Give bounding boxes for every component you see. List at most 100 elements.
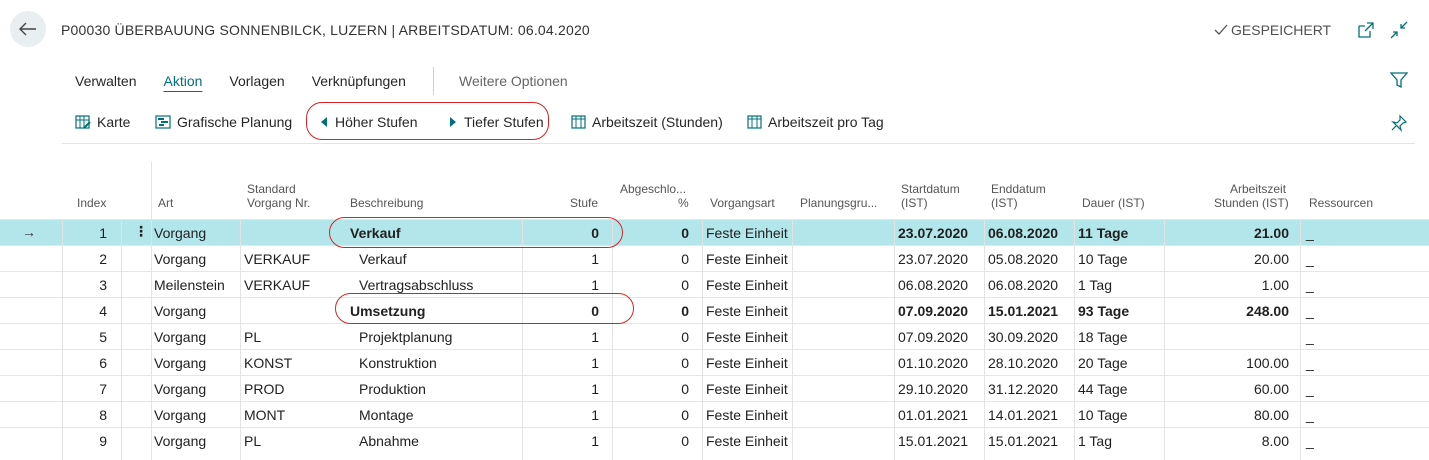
row-actions-icon[interactable]: ⋮ <box>134 223 148 240</box>
cell-index[interactable]: 8 <box>62 407 107 423</box>
cell-end[interactable]: 15.01.2021 <box>988 303 1058 319</box>
table-row[interactable]: 3 Meilenstein VERKAUF Vertragsabschluss 1 0 Fe… <box>0 271 1429 297</box>
cell-pct[interactable]: 0 <box>612 225 689 241</box>
cell-stufe[interactable]: 1 <box>522 277 599 293</box>
cell-pct[interactable]: 0 <box>612 303 689 319</box>
col-enddatum-2[interactable]: (IST) <box>991 196 1018 210</box>
cell-start[interactable]: 23.07.2020 <box>898 251 968 267</box>
cell-vorgangsart[interactable]: Feste Einheit <box>706 303 788 319</box>
cell-art[interactable]: Vorgang <box>154 407 206 423</box>
cell-end[interactable]: 06.08.2020 <box>988 225 1058 241</box>
cell-stunden[interactable]: 21.00 <box>1164 225 1289 241</box>
cell-vorgangsart[interactable]: Feste Einheit <box>706 251 788 267</box>
cell-ressourcen[interactable]: _ <box>1306 277 1314 293</box>
cell-stunden[interactable]: 80.00 <box>1164 407 1289 423</box>
pin-icon[interactable] <box>1390 114 1408 132</box>
cell-index[interactable]: 4 <box>62 303 107 319</box>
cell-vorgangsart[interactable]: Feste Einheit <box>706 407 788 423</box>
cell-art[interactable]: Vorgang <box>154 225 206 241</box>
cell-beschreibung[interactable]: Umsetzung <box>350 303 425 319</box>
cell-stufe[interactable]: 1 <box>522 407 599 423</box>
col-abgeschlossen-2[interactable]: % <box>678 196 689 210</box>
cell-beschreibung[interactable]: Vertragsabschluss <box>359 277 473 293</box>
cell-dauer[interactable]: 11 Tage <box>1078 225 1128 241</box>
col-arbeitszeit-2[interactable]: Stunden (IST) <box>1214 196 1289 210</box>
cell-beschreibung[interactable]: Verkauf <box>359 251 406 267</box>
cell-nr[interactable]: VERKAUF <box>244 251 310 267</box>
cell-stufe[interactable]: 1 <box>522 329 599 345</box>
cell-stunden[interactable]: 8.00 <box>1164 433 1289 449</box>
arbeitszeit-stunden-button[interactable]: Arbeitszeit (Stunden) <box>571 114 723 130</box>
cell-dauer[interactable]: 10 Tage <box>1078 407 1128 423</box>
cell-start[interactable]: 07.09.2020 <box>898 303 968 319</box>
cell-end[interactable]: 05.08.2020 <box>988 251 1058 267</box>
cell-stufe[interactable]: 1 <box>522 251 599 267</box>
cell-start[interactable]: 07.09.2020 <box>898 329 968 345</box>
cell-dauer[interactable]: 93 Tage <box>1078 303 1129 319</box>
cell-start[interactable]: 15.01.2021 <box>898 433 968 449</box>
table-row[interactable]: 8 Vorgang MONT Montage 1 0 Feste Einheit 01.01.… <box>0 401 1429 427</box>
karte-button[interactable]: Karte <box>75 114 130 130</box>
cell-vorgangsart[interactable]: Feste Einheit <box>706 225 788 241</box>
cell-end[interactable]: 06.08.2020 <box>988 277 1058 293</box>
cell-end[interactable]: 15.01.2021 <box>988 433 1058 449</box>
cell-pct[interactable]: 0 <box>612 355 689 371</box>
cell-pct[interactable]: 0 <box>612 433 689 449</box>
col-arbeitszeit-1[interactable]: Arbeitszeit <box>1230 182 1286 196</box>
col-standard-2[interactable]: Vorgang Nr. <box>247 196 310 210</box>
menu-verknuepfungen[interactable]: Verknüpfungen <box>312 73 406 89</box>
col-beschreibung[interactable]: Beschreibung <box>350 196 423 210</box>
cell-vorgangsart[interactable]: Feste Einheit <box>706 381 788 397</box>
table-row[interactable]: 9 Vorgang PL Abnahme 1 0 Feste Einheit 15.01.20… <box>0 427 1429 453</box>
cell-index[interactable]: 5 <box>62 329 107 345</box>
cell-stufe[interactable]: 0 <box>522 225 599 241</box>
cell-index[interactable]: 2 <box>62 251 107 267</box>
cell-art[interactable]: Vorgang <box>154 303 206 319</box>
cell-art[interactable]: Vorgang <box>154 251 206 267</box>
col-index[interactable]: Index <box>77 196 106 210</box>
table-row[interactable]: 6 Vorgang KONST Konstruktion 1 0 Feste Einheit… <box>0 349 1429 375</box>
cell-beschreibung[interactable]: Verkauf <box>350 225 401 241</box>
filter-icon[interactable] <box>1390 71 1408 89</box>
cell-ressourcen[interactable]: _ <box>1306 303 1314 319</box>
cell-end[interactable]: 28.10.2020 <box>988 355 1058 371</box>
cell-stunden[interactable]: 60.00 <box>1164 381 1289 397</box>
table-row[interactable]: → ⋮ 1 Vorgang Verkauf 0 0 Feste Einheit 23.07.20… <box>0 219 1429 245</box>
cell-ressourcen[interactable]: _ <box>1306 407 1314 423</box>
cell-stufe[interactable]: 1 <box>522 433 599 449</box>
table-row[interactable]: 5 Vorgang PL Projektplanung 1 0 Feste Einheit 0… <box>0 323 1429 349</box>
cell-pct[interactable]: 0 <box>612 381 689 397</box>
cell-ressourcen[interactable]: _ <box>1306 251 1314 267</box>
cell-stunden[interactable]: 248.00 <box>1164 303 1289 319</box>
col-art[interactable]: Art <box>158 196 173 210</box>
cell-pct[interactable]: 0 <box>612 407 689 423</box>
cell-start[interactable]: 23.07.2020 <box>898 225 968 241</box>
cell-art[interactable]: Vorgang <box>154 329 206 345</box>
cell-nr[interactable]: PL <box>244 329 261 345</box>
cell-nr[interactable]: MONT <box>244 407 285 423</box>
col-abgeschlossen-1[interactable]: Abgeschlo... <box>620 182 686 196</box>
col-stufe[interactable]: Stufe <box>570 196 598 210</box>
cell-dauer[interactable]: 1 Tag <box>1078 433 1112 449</box>
cell-beschreibung[interactable]: Konstruktion <box>359 355 437 371</box>
cell-dauer[interactable]: 10 Tage <box>1078 251 1128 267</box>
col-startdatum-1[interactable]: Startdatum <box>901 182 960 196</box>
cell-index[interactable]: 7 <box>62 381 107 397</box>
menu-verwalten[interactable]: Verwalten <box>75 73 136 89</box>
cell-start[interactable]: 01.10.2020 <box>898 355 968 371</box>
cell-ressourcen[interactable]: _ <box>1306 433 1314 449</box>
col-planungsgruppe[interactable]: Planungsgru... <box>800 196 877 210</box>
cell-end[interactable]: 14.01.2021 <box>988 407 1058 423</box>
cell-start[interactable]: 06.08.2020 <box>898 277 968 293</box>
cell-nr[interactable]: VERKAUF <box>244 277 310 293</box>
menu-more-options[interactable]: Weitere Optionen <box>459 73 568 89</box>
cell-nr[interactable]: PL <box>244 433 261 449</box>
cell-stunden[interactable]: 100.00 <box>1164 355 1289 371</box>
grafische-planung-button[interactable]: Grafische Planung <box>155 114 292 130</box>
cell-index[interactable]: 1 <box>62 225 107 241</box>
cell-art[interactable]: Vorgang <box>154 433 206 449</box>
col-standard-1[interactable]: Standard <box>247 182 296 196</box>
cell-dauer[interactable]: 18 Tage <box>1078 329 1128 345</box>
menu-vorlagen[interactable]: Vorlagen <box>229 73 284 89</box>
tiefer-stufen-button[interactable]: Tiefer Stufen <box>448 114 544 130</box>
